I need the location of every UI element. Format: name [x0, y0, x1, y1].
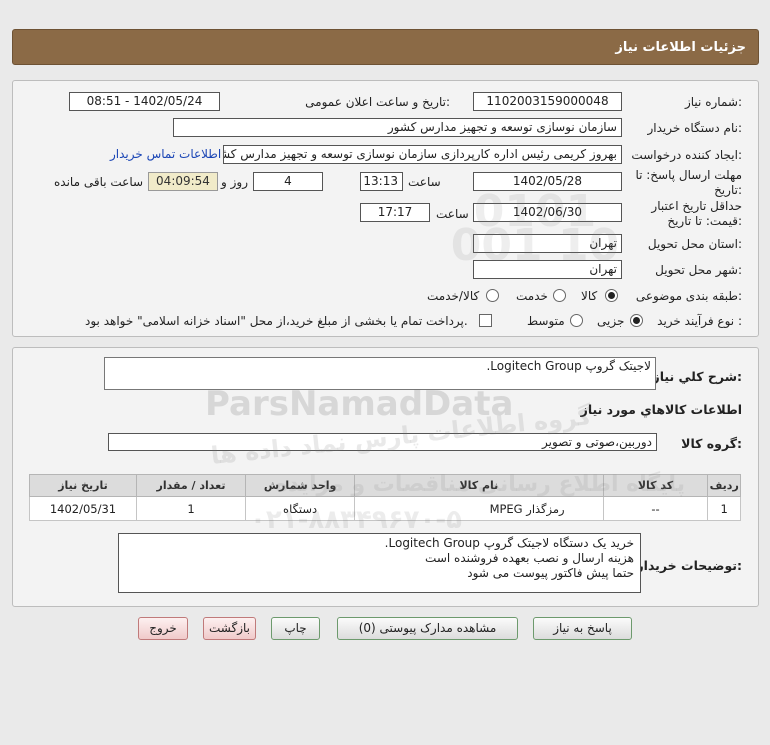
announce-label: تاریخ و ساعت اعلان عمومی:: [305, 95, 450, 109]
cell-row: 1: [707, 496, 741, 521]
cell-qty: 1: [135, 496, 247, 521]
province-field: تهران: [473, 234, 622, 253]
creator-label: ایجاد کننده درخواست:: [631, 148, 742, 162]
cell-code: --: [602, 496, 709, 521]
buyer-notes-line-2: هزینه ارسال و نصب بعهده فروشنده است: [425, 551, 634, 565]
category-radio-goods-service[interactable]: [486, 289, 499, 302]
category-radio-goods[interactable]: [605, 289, 618, 302]
page-title: جزئیات اطلاعات نیاز: [615, 40, 746, 55]
buyer-notes-label: توضیحات خریدار:: [636, 558, 742, 573]
deadline-label-2: تاریخ:: [714, 183, 742, 197]
buyer-contact-link[interactable]: اطلاعات تماس خریدار: [110, 147, 221, 161]
goods-group-field: دوربین،صوتی و تصویر: [108, 433, 657, 451]
buyer-notes-line-1: خرید یک دستگاه لاجیتک گروپ Logitech Grou…: [384, 536, 634, 550]
cell-unit: دستگاه: [245, 496, 356, 521]
category-option-service: خدمت: [516, 289, 548, 303]
col-name-header: نام کالا: [354, 474, 604, 497]
buyer-org-label: نام دستگاه خریدار:: [647, 121, 743, 135]
col-qty-header: تعداد / مقدار: [135, 474, 247, 497]
page-header: جزئیات اطلاعات نیاز: [12, 29, 759, 65]
goods-table: ردیف کد کالا نام کالا واحد شمارش تعداد /…: [29, 474, 741, 521]
reply-button[interactable]: پاسخ به نیاز: [533, 617, 632, 640]
cell-name: رمزگذار MPEG: [354, 496, 604, 521]
exit-button[interactable]: خروج: [138, 617, 188, 640]
category-option-goods-service: کالا/خدمت: [427, 289, 480, 303]
cell-date: 1402/05/31: [29, 496, 137, 521]
col-row-header: ردیف: [707, 474, 741, 497]
days-field: 4: [253, 172, 323, 191]
goods-table-header: ردیف کد کالا نام کالا واحد شمارش تعداد /…: [29, 474, 741, 497]
need-number-field: 1102003159000048: [473, 92, 622, 111]
buyer-notes-field: خرید یک دستگاه لاجیتک گروپ Logitech Grou…: [118, 533, 641, 593]
col-date-header: تاریخ نیاز: [29, 474, 137, 497]
province-label: استان محل تحویل:: [647, 237, 742, 251]
announce-field: 1402/05/24 - 08:51: [69, 92, 220, 111]
col-code-header: کد کالا: [602, 474, 709, 497]
col-unit-header: واحد شمارش: [245, 474, 356, 497]
remaining-label: ساعت باقی مانده: [54, 175, 144, 189]
payment-treasury-checkbox[interactable]: [479, 314, 492, 327]
deadline-date-field: 1402/05/28: [473, 172, 622, 191]
remaining-time-field: 04:09:54: [148, 172, 218, 191]
back-button[interactable]: بازگشت: [203, 617, 256, 640]
process-radio-medium[interactable]: [570, 314, 583, 327]
need-number-label: شماره نیاز:: [684, 95, 742, 109]
summary-title-field: لاجیتک گروپ Logitech Group.: [104, 357, 656, 390]
deadline-time-field: 13:13: [360, 172, 403, 191]
buyer-org-field: سازمان نوسازی توسعه و تجهیز مدارس کشور: [173, 118, 622, 137]
buyer-notes-line-3: حتما پیش فاکتور پیوست می شود: [467, 566, 634, 580]
process-option-medium: متوسط: [527, 314, 565, 328]
summary-title-label: شرح کلي نیاز:: [652, 369, 743, 384]
print-button[interactable]: چاپ: [271, 617, 320, 640]
process-label: نوع فرآیند خرید :: [657, 314, 742, 328]
days-label: روز و: [221, 175, 248, 189]
deadline-time-label: ساعت: [408, 175, 441, 189]
category-label: طبقه بندی موضوعی:: [635, 289, 742, 303]
goods-group-label: گروه کالا:: [681, 436, 742, 451]
payment-note: پرداخت تمام یا بخشی از مبلغ خرید،از محل …: [85, 314, 468, 328]
goods-info-heading: اطلاعات کالاهاي مورد نياز: [580, 402, 742, 417]
view-docs-button[interactable]: مشاهده مدارک پیوستی (0): [337, 617, 518, 640]
validity-date-field: 1402/06/30: [473, 203, 622, 222]
validity-label-2: قیمت: تا تاریخ:: [667, 214, 742, 228]
deadline-label-1: مهلت ارسال پاسخ: تا: [635, 168, 742, 182]
category-option-goods: کالا: [581, 289, 598, 303]
validity-time-label: ساعت: [436, 207, 469, 221]
process-radio-minor[interactable]: [630, 314, 643, 327]
category-radio-service[interactable]: [553, 289, 566, 302]
validity-label-1: حداقل تاریخ اعتبار: [651, 199, 742, 213]
city-label: شهر محل تحویل:: [655, 263, 742, 277]
creator-field: بهروز کریمی رئیس اداره کارپردازی سازمان …: [223, 145, 622, 164]
city-field: تهران: [473, 260, 622, 279]
table-row: 1 -- رمزگذار MPEG دستگاه 1 1402/05/31: [29, 496, 741, 521]
process-option-minor: جزیی: [597, 314, 625, 328]
validity-time-field: 17:17: [360, 203, 430, 222]
